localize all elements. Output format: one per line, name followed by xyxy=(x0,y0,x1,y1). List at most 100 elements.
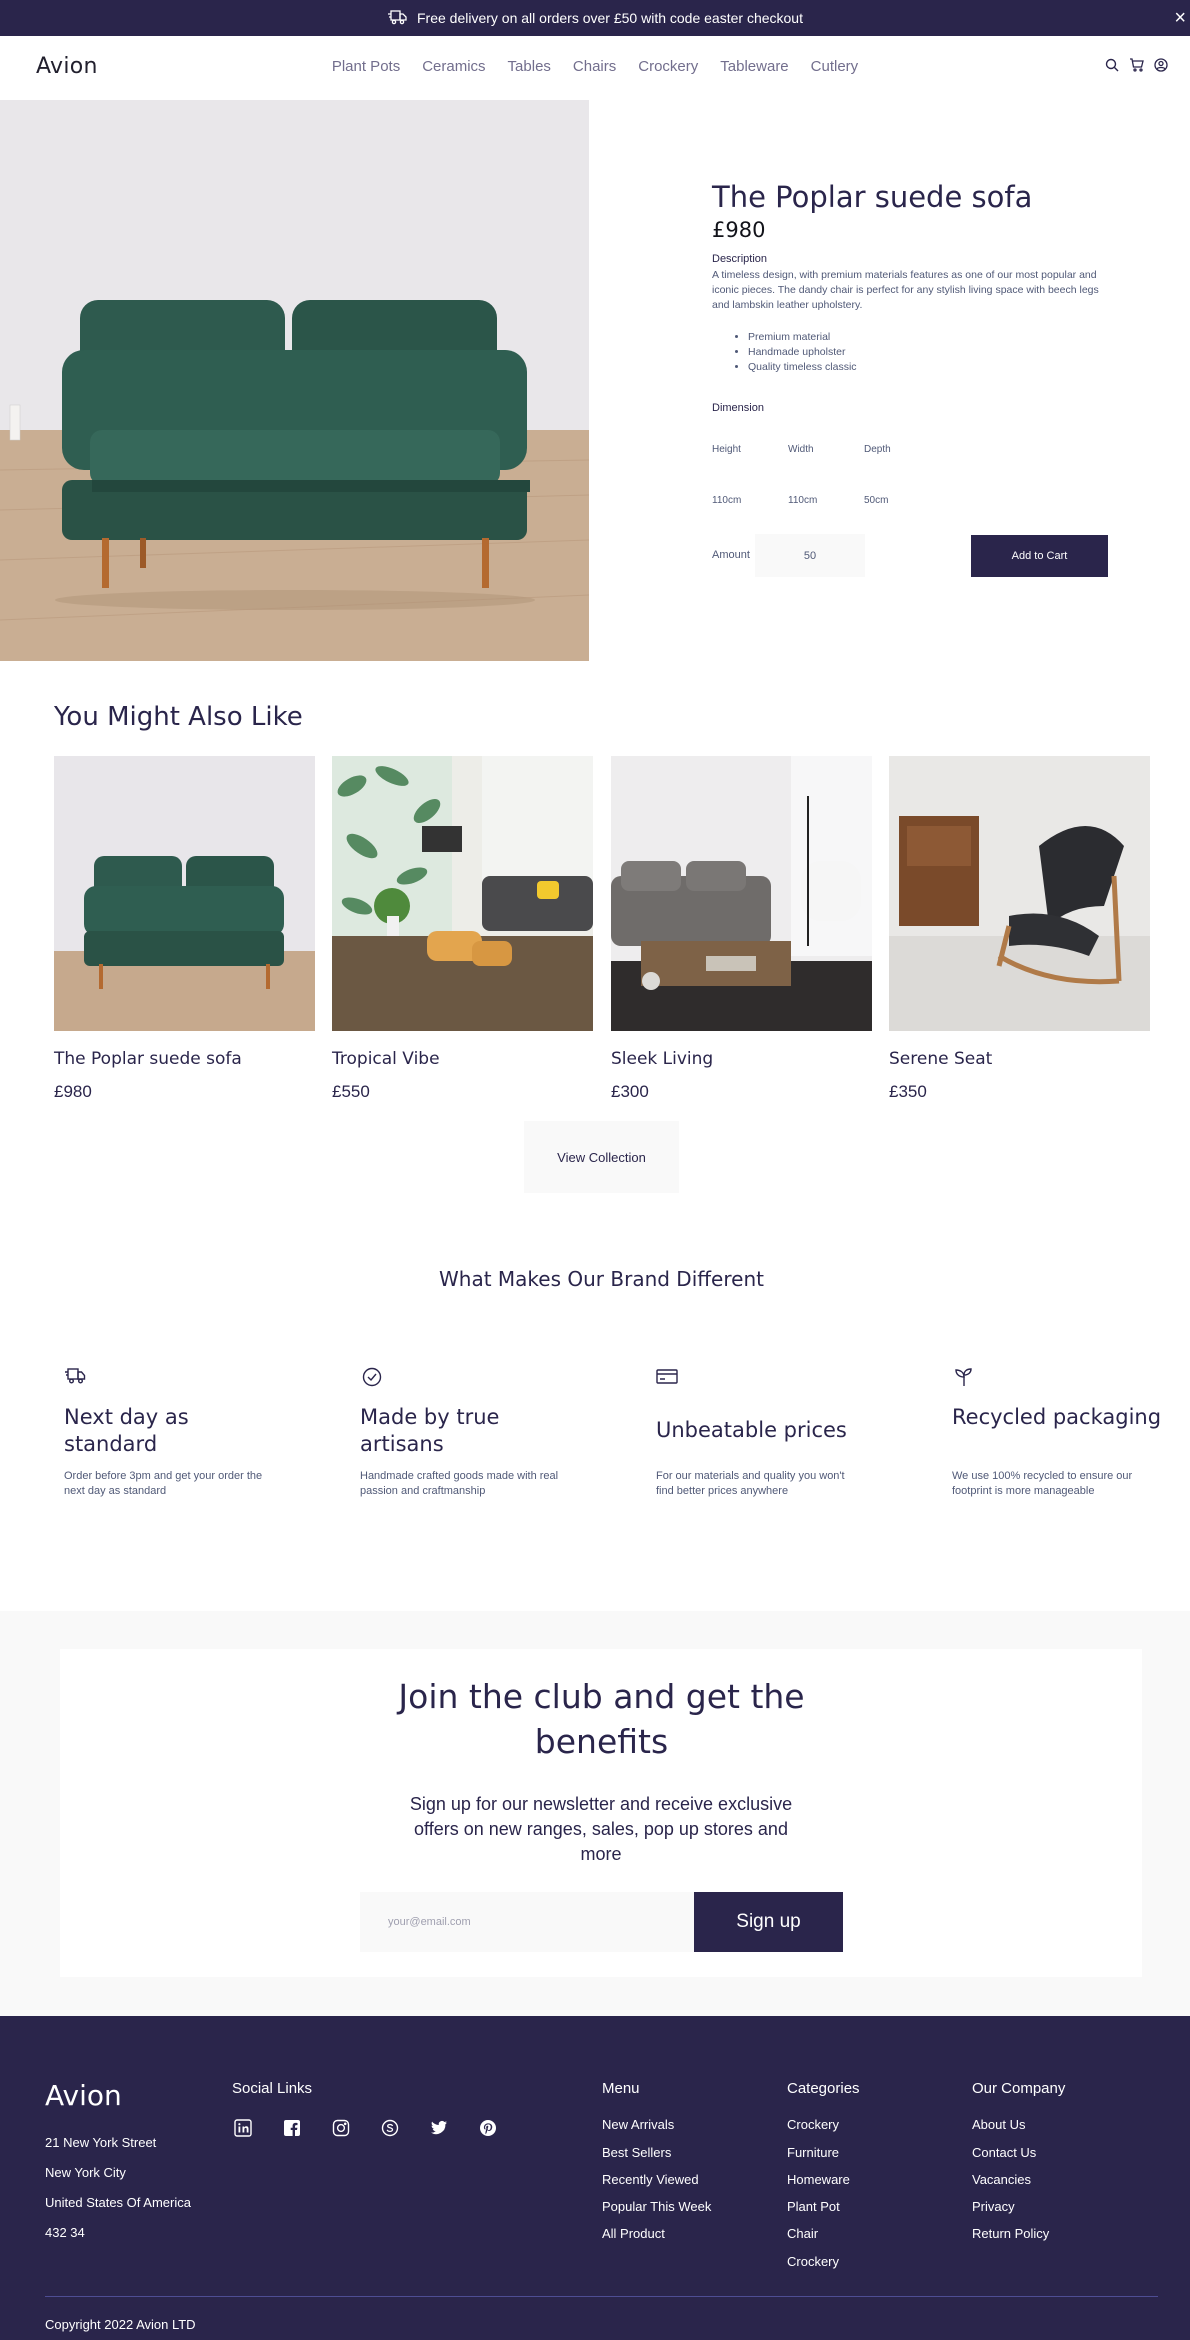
quantity-stepper[interactable]: 50 xyxy=(755,534,865,577)
footer-category-link[interactable]: Homeware xyxy=(787,2172,850,2187)
product-card-image[interactable] xyxy=(611,756,872,1031)
dimension-width-value: 110cm xyxy=(788,495,818,506)
nav-cutlery[interactable]: Cutlery xyxy=(811,54,859,80)
feature-text: For our materials and quality you won't … xyxy=(656,1470,845,1497)
product-card-name[interactable]: Serene Seat xyxy=(889,1049,992,1069)
feature-title: Made by true artisans xyxy=(360,1405,500,1456)
newsletter-text: Sign up for our newsletter and receive e… xyxy=(409,1794,793,1864)
credit-card-icon xyxy=(656,1367,678,1390)
sprout-icon xyxy=(953,1367,975,1392)
twitter-icon[interactable] xyxy=(428,2117,450,2139)
view-collection-button[interactable]: View Collection xyxy=(524,1121,679,1193)
linkedin-icon[interactable] xyxy=(232,2117,254,2139)
check-circle-icon xyxy=(361,1367,383,1392)
footer-category-link[interactable]: Furniture xyxy=(787,2145,839,2160)
footer-company-link[interactable]: Contact Us xyxy=(972,2145,1036,2160)
footer-address-line: United States Of America xyxy=(45,2195,191,2210)
footer-company-link[interactable]: About Us xyxy=(972,2117,1025,2132)
footer-menu-link[interactable]: Popular This Week xyxy=(602,2199,711,2214)
footer-menu-heading: Menu xyxy=(602,2080,640,2097)
product-card-name[interactable]: The Poplar suede sofa xyxy=(54,1049,242,1069)
facebook-icon[interactable] xyxy=(281,2117,303,2139)
search-icon[interactable] xyxy=(1105,58,1119,72)
main-nav: Plant Pots Ceramics Tables Chairs Crocke… xyxy=(0,54,1190,80)
feature-title: Next day as standard xyxy=(64,1405,189,1456)
footer-company-link[interactable]: Vacancies xyxy=(972,2172,1031,2187)
nav-plant-pots[interactable]: Plant Pots xyxy=(332,54,400,80)
add-to-cart-button[interactable]: Add to Cart xyxy=(971,535,1108,577)
nav-tableware[interactable]: Tableware xyxy=(720,54,788,80)
product-card-price: £300 xyxy=(611,1082,649,1101)
product-image xyxy=(0,100,590,661)
instagram-icon[interactable] xyxy=(330,2117,352,2139)
related-title: You Might Also Like xyxy=(54,702,303,732)
footer-address-line: New York City xyxy=(45,2165,126,2180)
feature-text: Order before 3pm and get your order the … xyxy=(64,1470,263,1497)
product-card-name[interactable]: Tropical Vibe xyxy=(332,1049,440,1069)
nav-chairs[interactable]: Chairs xyxy=(573,54,616,80)
delivery-truck-icon xyxy=(64,1367,86,1390)
cart-icon[interactable] xyxy=(1129,58,1144,72)
footer-category-link[interactable]: Crockery xyxy=(787,2254,839,2269)
product-card-image[interactable] xyxy=(54,756,315,1031)
skype-icon[interactable] xyxy=(379,2117,401,2139)
nav-tables[interactable]: Tables xyxy=(508,54,551,80)
footer-address-line: 21 New York Street xyxy=(45,2135,157,2150)
footer-menu-link[interactable]: Best Sellers xyxy=(602,2145,671,2160)
product-card-price: £980 xyxy=(54,1082,92,1101)
product-card-name[interactable]: Sleek Living xyxy=(611,1049,713,1069)
dimension-width-label: Width xyxy=(788,444,814,455)
header-icons xyxy=(1105,58,1168,72)
footer-brand[interactable]: Avion xyxy=(45,2079,122,2112)
brand-features-title: What Makes Our Brand Different xyxy=(439,1267,764,1291)
feature-title: Unbeatable prices xyxy=(656,1418,847,1442)
feature-title: Recycled packaging xyxy=(952,1405,1162,1429)
newsletter-title-line: benefits xyxy=(534,1722,669,1761)
footer-category-link[interactable]: Chair xyxy=(787,2226,818,2241)
product-card-image[interactable] xyxy=(889,756,1150,1031)
dimension-height-value: 110cm xyxy=(712,495,742,506)
delivery-truck-icon xyxy=(387,9,417,28)
product-description: A timeless design, with premium material… xyxy=(712,269,1099,311)
email-field[interactable] xyxy=(360,1892,694,1952)
footer-menu-link[interactable]: Recently Viewed xyxy=(602,2172,699,2187)
product-card-price: £550 xyxy=(332,1082,370,1101)
signup-button[interactable]: Sign up xyxy=(694,1892,843,1952)
dimension-height-label: Height xyxy=(712,444,741,455)
pinterest-icon[interactable] xyxy=(477,2117,499,2139)
footer-company-link[interactable]: Privacy xyxy=(972,2199,1015,2214)
footer-company-heading: Our Company xyxy=(972,2080,1066,2097)
footer-divider xyxy=(45,2296,1158,2297)
social-links xyxy=(232,2117,499,2139)
user-icon[interactable] xyxy=(1154,58,1168,72)
newsletter-title: Join the club and get the benefits xyxy=(0,1674,1190,1764)
feature-item: Handmade upholster xyxy=(748,345,857,360)
footer-company-link[interactable]: Return Policy xyxy=(972,2226,1049,2241)
newsletter-title-line: Join the club and get the xyxy=(398,1677,805,1716)
quantity-value[interactable]: 50 xyxy=(804,550,816,562)
product-features: Premium material Handmade upholster Qual… xyxy=(748,330,857,375)
footer-menu-link[interactable]: New Arrivals xyxy=(602,2117,674,2132)
feature-text: We use 100% recycled to ensure our footp… xyxy=(952,1470,1133,1497)
brand-logo[interactable]: Avion xyxy=(36,54,98,79)
footer-category-link[interactable]: Crockery xyxy=(787,2117,839,2132)
product-card-image[interactable] xyxy=(332,756,593,1031)
copyright-text: Copyright 2022 Avion LTD xyxy=(45,2317,196,2332)
nav-ceramics[interactable]: Ceramics xyxy=(422,54,485,80)
promo-banner: Free delivery on all orders over £50 wit… xyxy=(0,0,1190,36)
banner-close-icon[interactable]: × xyxy=(1174,8,1186,28)
dimension-depth-value: 50cm xyxy=(864,495,889,506)
product-card-price: £350 xyxy=(889,1082,927,1101)
product-title: The Poplar suede sofa xyxy=(712,180,1033,214)
description-label: Description xyxy=(712,253,768,265)
footer-social-heading: Social Links xyxy=(232,2080,313,2097)
feature-item: Premium material xyxy=(748,330,857,345)
nav-crockery[interactable]: Crockery xyxy=(638,54,698,80)
footer-category-link[interactable]: Plant Pot xyxy=(787,2199,840,2214)
feature-item: Quality timeless classic xyxy=(748,360,857,375)
footer-menu-link[interactable]: All Product xyxy=(602,2226,665,2241)
dimension-depth-label: Depth xyxy=(864,444,891,455)
banner-text: Free delivery on all orders over £50 wit… xyxy=(417,10,803,26)
dimension-label: Dimension xyxy=(712,402,764,414)
amount-label: Amount xyxy=(712,549,750,561)
